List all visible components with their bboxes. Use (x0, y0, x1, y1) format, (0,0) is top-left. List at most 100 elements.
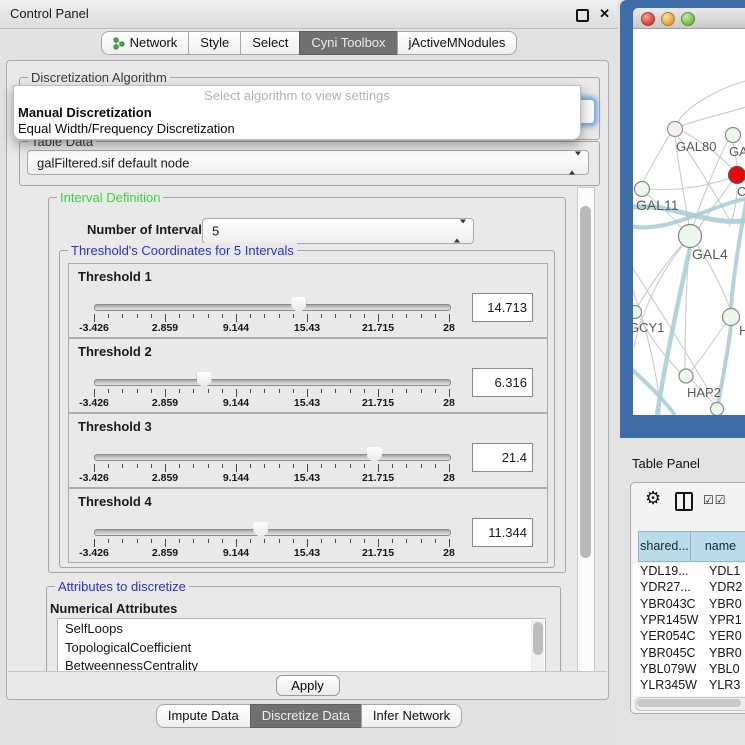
bottom-tab-discretize-data[interactable]: Discretize Data (250, 704, 362, 728)
network-node[interactable] (711, 403, 724, 416)
threshold-4-ticks (94, 539, 449, 548)
table-header-row: shared... name (638, 531, 745, 562)
minimize-traffic-light-icon[interactable] (661, 12, 675, 26)
algorithm-option-equal-width-frequency-discretization[interactable]: Equal Width/Frequency Discretization (18, 121, 235, 136)
threshold-1-slider-track[interactable] (94, 304, 451, 311)
table-horizontal-scrollbar-thumb[interactable] (637, 699, 741, 707)
interval-definition-title: Interval Definition (57, 190, 163, 205)
bottom-tab-impute-data[interactable]: Impute Data (156, 704, 251, 728)
network-edge-thick (716, 326, 731, 415)
table-horizontal-scrollbar[interactable] (635, 697, 745, 711)
table-row[interactable]: YLR345WYLR3 (633, 677, 745, 693)
tick-mark (122, 389, 123, 393)
attribute-item-topologicalcoefficient[interactable]: TopologicalCoefficient (58, 638, 545, 657)
app-root: Control Panel ✕ NetworkStyleSelectCyni T… (0, 0, 745, 745)
tick-mark (392, 464, 393, 468)
threshold-1-ticks (94, 314, 449, 323)
top-tab-network[interactable]: Network (101, 31, 190, 55)
tick-mark (236, 539, 237, 547)
algorithm-dropdown-popup: Select algorithm to view settings Manual… (13, 85, 581, 140)
threshold-1-slider-thumb[interactable] (291, 297, 306, 314)
tick-mark (94, 314, 95, 322)
tick-mark (137, 539, 138, 543)
tick-mark (94, 464, 95, 472)
attributes-list-scrollbar[interactable] (531, 620, 544, 671)
checkbox-select-icons[interactable]: ☑☑ (703, 493, 727, 507)
table-data-select[interactable]: galFiltered.sif default node (27, 150, 589, 175)
numerical-attributes-list: SelfLoopsTopologicalCoefficientBetweenne… (57, 618, 546, 671)
network-edge-thick (731, 187, 745, 308)
bottom-tab-infer-network[interactable]: Infer Network (361, 704, 462, 728)
threshold-4-box: Threshold 4-3.4262.8599.14415.4321.71528… (68, 488, 548, 563)
network-icon (113, 37, 125, 50)
column-header-name[interactable]: name (690, 531, 745, 562)
threshold-2-slider-track[interactable] (94, 379, 451, 386)
network-node-c[interactable] (729, 167, 745, 184)
threshold-2-value-field[interactable]: 6.316 (472, 368, 533, 397)
tick-label: 9.144 (223, 547, 249, 559)
attribute-item-selfloops[interactable]: SelfLoops (58, 619, 545, 638)
table-row[interactable]: YDR27...YDR2 (633, 579, 745, 595)
tick-mark (392, 314, 393, 318)
network-node-h[interactable] (723, 309, 740, 326)
top-tab-cyni-toolbox[interactable]: Cyni Toolbox (299, 31, 397, 55)
threshold-3-slider-thumb[interactable] (367, 447, 382, 464)
top-tab-jactivemnodules[interactable]: jActiveMNodules (397, 31, 518, 55)
threshold-4-slider-thumb[interactable] (253, 522, 268, 539)
tick-mark (392, 539, 393, 543)
float-window-icon[interactable] (576, 9, 589, 22)
tick-mark (335, 539, 336, 543)
tick-label: 15.43 (294, 322, 320, 334)
tick-label: 2.859 (152, 547, 178, 559)
table-body: YDL19...YDL1YDR27...YDR2YBR043CYBR0YPR14… (633, 563, 745, 696)
threshold-4-slider-track[interactable] (94, 529, 451, 536)
panel-scrollbar-thumb[interactable] (580, 206, 591, 558)
tick-mark (151, 539, 152, 543)
threshold-3-value-field[interactable]: 21.4 (472, 443, 533, 472)
network-node-gal11[interactable] (635, 182, 650, 197)
network-node-gcy1[interactable] (633, 306, 642, 319)
threshold-3-slider-track[interactable] (94, 454, 451, 461)
network-canvas[interactable]: GAL80GACGAL11GAL4GCY1HHAP2 (633, 29, 745, 415)
panel-scrollbar[interactable] (577, 187, 595, 672)
tick-mark (378, 539, 379, 547)
network-node-hap2[interactable] (679, 369, 693, 383)
tick-mark (435, 389, 436, 393)
number-of-intervals-select[interactable]: 5 (202, 218, 474, 244)
table-row[interactable]: YBL079WYBL0 (633, 661, 745, 677)
columns-icon[interactable] (675, 492, 693, 511)
gear-icon[interactable]: ⚙ (645, 488, 661, 509)
tick-mark (208, 314, 209, 318)
tick-mark (392, 389, 393, 393)
tick-mark (222, 539, 223, 543)
close-traffic-light-icon[interactable] (641, 12, 655, 26)
column-header-shared[interactable]: shared... (638, 531, 691, 562)
network-node-label: GAL4 (692, 246, 728, 262)
close-icon[interactable]: ✕ (599, 6, 610, 22)
settings-scroll-area: Interval Definition Number of Intervals … (15, 186, 571, 671)
network-node-gal80[interactable] (668, 122, 683, 137)
network-node-gal4[interactable] (679, 225, 702, 248)
tick-label: -3.426 (79, 547, 109, 559)
zoom-traffic-light-icon[interactable] (681, 12, 695, 26)
cell-shared-name: YBL079W (640, 661, 696, 677)
table-row[interactable]: YIL052CYIL0 (633, 693, 745, 696)
threshold-4-value-field[interactable]: 11.344 (472, 518, 533, 547)
table-row[interactable]: YPR145WYPR1 (633, 612, 745, 628)
attributes-list-scrollbar-thumb[interactable] (533, 622, 543, 655)
tab-label: Select (252, 32, 288, 54)
table-row[interactable]: YDL19...YDL1 (633, 563, 745, 579)
top-tab-style[interactable]: Style (188, 31, 241, 55)
threshold-1-value-field[interactable]: 14.713 (472, 293, 533, 322)
tick-mark (179, 539, 180, 543)
algorithm-option-manual-discretization[interactable]: Manual Discretization (18, 105, 152, 120)
threshold-2-slider-thumb[interactable] (197, 372, 212, 389)
table-row[interactable]: YBR043CYBR0 (633, 596, 745, 612)
network-node-ga[interactable] (726, 128, 741, 143)
apply-button[interactable]: Apply (276, 675, 340, 696)
attribute-item-betweennesscentrality[interactable]: BetweennessCentrality (58, 656, 545, 671)
top-tab-select[interactable]: Select (240, 31, 300, 55)
tick-mark (94, 539, 95, 547)
table-row[interactable]: YER054CYER0 (633, 628, 745, 644)
table-row[interactable]: YBR045CYBR0 (633, 645, 745, 661)
